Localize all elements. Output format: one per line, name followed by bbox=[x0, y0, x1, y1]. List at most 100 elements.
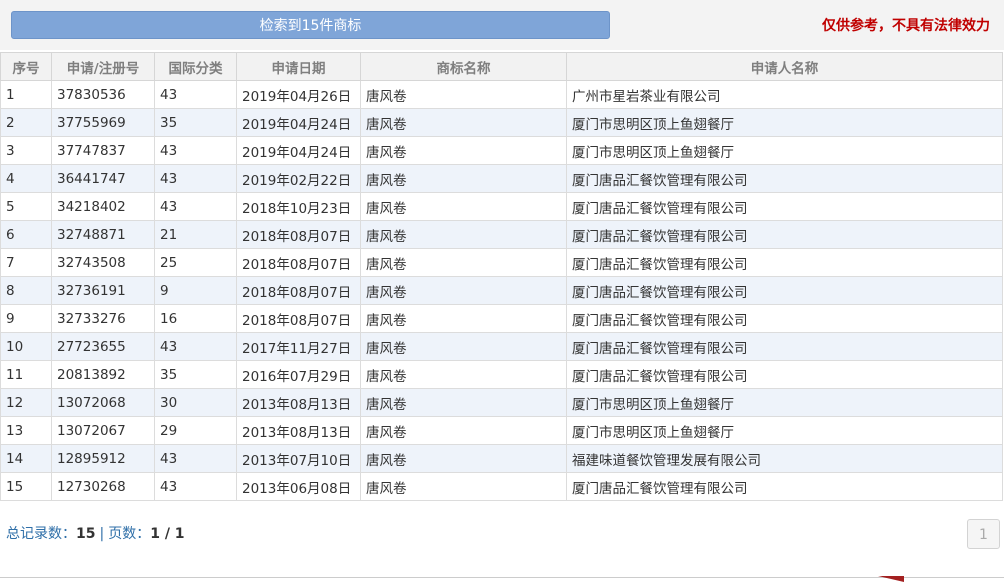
cell-trademark-name[interactable]: 唐风卷 bbox=[360, 360, 567, 389]
cell-reg-number[interactable]: 34218402 bbox=[51, 192, 155, 221]
cell-date: 2019年02月22日 bbox=[236, 164, 361, 193]
cell-applicant: 厦门市思明区顶上鱼翅餐厅 bbox=[566, 388, 1003, 417]
cell-trademark-name[interactable]: 唐风卷 bbox=[360, 248, 567, 277]
cell-trademark-name[interactable]: 唐风卷 bbox=[360, 80, 567, 109]
cell-index: 12 bbox=[0, 388, 52, 417]
cell-applicant: 厦门唐品汇餐饮管理有限公司 bbox=[566, 276, 1003, 305]
page-count-value: 1 / 1 bbox=[150, 526, 185, 542]
cell-class: 21 bbox=[154, 220, 237, 249]
cell-applicant: 厦门市思明区顶上鱼翅餐厅 bbox=[566, 136, 1003, 165]
table-row: 6 32748871 21 2018年08月07日 唐风卷 厦门唐品汇餐饮管理有限公司 bbox=[0, 220, 1003, 249]
table-row: 4 36441747 43 2019年02月22日 唐风卷 厦门唐品汇餐饮管理有限公司 bbox=[0, 164, 1003, 193]
table-header-row: 序号 申请/注册号 国际分类 申请日期 商标名称 申请人名称 bbox=[0, 52, 1003, 81]
cell-date: 2018年10月23日 bbox=[236, 192, 361, 221]
total-records-label: 总记录数： bbox=[6, 526, 76, 542]
cell-trademark-name[interactable]: 唐风卷 bbox=[360, 108, 567, 137]
cell-trademark-name[interactable]: 唐风卷 bbox=[360, 192, 567, 221]
cell-class: 35 bbox=[154, 360, 237, 389]
cell-applicant: 厦门市思明区顶上鱼翅餐厅 bbox=[566, 108, 1003, 137]
column-header-date: 申请日期 bbox=[236, 52, 361, 81]
cell-trademark-name[interactable]: 唐风卷 bbox=[360, 444, 567, 473]
cell-date: 2018年08月07日 bbox=[236, 304, 361, 333]
cell-reg-number[interactable]: 13072068 bbox=[51, 388, 155, 417]
trademark-results-table: 序号 申请/注册号 国际分类 申请日期 商标名称 申请人名称 1 37830536… bbox=[0, 52, 1003, 501]
table-row: 9 32733276 16 2018年08月07日 唐风卷 厦门唐品汇餐饮管理有限公司 bbox=[0, 304, 1003, 333]
cell-index: 14 bbox=[0, 444, 52, 473]
table-row: 2 37755969 35 2019年04月24日 唐风卷 厦门市思明区顶上鱼翅餐厅 bbox=[0, 108, 1003, 137]
cell-applicant: 厦门唐品汇餐饮管理有限公司 bbox=[566, 360, 1003, 389]
cell-trademark-name[interactable]: 唐风卷 bbox=[360, 164, 567, 193]
cell-reg-number[interactable]: 32736191 bbox=[51, 276, 155, 305]
cell-index: 4 bbox=[0, 164, 52, 193]
result-count-bar[interactable]: 检索到15件商标 bbox=[11, 11, 610, 39]
page-count-label: 页数： bbox=[108, 526, 151, 542]
cell-class: 43 bbox=[154, 192, 237, 221]
cell-applicant: 广州市星岩茶业有限公司 bbox=[566, 80, 1003, 109]
cell-reg-number[interactable]: 20813892 bbox=[51, 360, 155, 389]
cell-reg-number[interactable]: 36441747 bbox=[51, 164, 155, 193]
cell-reg-number[interactable]: 32743508 bbox=[51, 248, 155, 277]
cell-index: 6 bbox=[0, 220, 52, 249]
cell-trademark-name[interactable]: 唐风卷 bbox=[360, 416, 567, 445]
footer-separator: | bbox=[99, 526, 105, 542]
cell-class: 25 bbox=[154, 248, 237, 277]
cell-date: 2013年07月10日 bbox=[236, 444, 361, 473]
cell-trademark-name[interactable]: 唐风卷 bbox=[360, 220, 567, 249]
cell-applicant: 厦门唐品汇餐饮管理有限公司 bbox=[566, 248, 1003, 277]
corner-decoration bbox=[878, 576, 904, 582]
cell-index: 2 bbox=[0, 108, 52, 137]
table-row: 8 32736191 9 2018年08月07日 唐风卷 厦门唐品汇餐饮管理有限公司 bbox=[0, 276, 1003, 305]
cell-index: 8 bbox=[0, 276, 52, 305]
cell-trademark-name[interactable]: 唐风卷 bbox=[360, 332, 567, 361]
cell-trademark-name[interactable]: 唐风卷 bbox=[360, 388, 567, 417]
pagination-summary: 总记录数：15 | 页数：1 / 1 bbox=[6, 523, 185, 543]
cell-class: 43 bbox=[154, 164, 237, 193]
column-header-applicant: 申请人名称 bbox=[566, 52, 1003, 81]
table-row: 13 13072067 29 2013年08月13日 唐风卷 厦门市思明区顶上鱼翅餐厅 bbox=[0, 416, 1003, 445]
cell-trademark-name[interactable]: 唐风卷 bbox=[360, 304, 567, 333]
cell-reg-number[interactable]: 37755969 bbox=[51, 108, 155, 137]
table-row: 14 12895912 43 2013年07月10日 唐风卷 福建味道餐饮管理发展有限公司 bbox=[0, 444, 1003, 473]
cell-reg-number[interactable]: 32733276 bbox=[51, 304, 155, 333]
cell-date: 2019年04月24日 bbox=[236, 108, 361, 137]
bottom-divider bbox=[0, 577, 1004, 578]
disclaimer-text: 仅供参考，不具有法律效力 bbox=[822, 18, 990, 34]
top-bar: 检索到15件商标 仅供参考，不具有法律效力 bbox=[0, 0, 1004, 50]
column-header-reg-number: 申请/注册号 bbox=[51, 52, 155, 81]
cell-date: 2019年04月24日 bbox=[236, 136, 361, 165]
cell-class: 43 bbox=[154, 332, 237, 361]
cell-reg-number[interactable]: 37830536 bbox=[51, 80, 155, 109]
cell-reg-number[interactable]: 12730268 bbox=[51, 472, 155, 501]
cell-index: 11 bbox=[0, 360, 52, 389]
cell-date: 2019年04月26日 bbox=[236, 80, 361, 109]
cell-reg-number[interactable]: 27723655 bbox=[51, 332, 155, 361]
column-header-index: 序号 bbox=[0, 52, 52, 81]
cell-applicant: 厦门唐品汇餐饮管理有限公司 bbox=[566, 164, 1003, 193]
cell-date: 2017年11月27日 bbox=[236, 332, 361, 361]
cell-index: 10 bbox=[0, 332, 52, 361]
cell-index: 5 bbox=[0, 192, 52, 221]
cell-reg-number[interactable]: 13072067 bbox=[51, 416, 155, 445]
cell-date: 2018年08月07日 bbox=[236, 248, 361, 277]
cell-trademark-name[interactable]: 唐风卷 bbox=[360, 276, 567, 305]
cell-trademark-name[interactable]: 唐风卷 bbox=[360, 136, 567, 165]
cell-date: 2018年08月07日 bbox=[236, 276, 361, 305]
cell-trademark-name[interactable]: 唐风卷 bbox=[360, 472, 567, 501]
cell-class: 30 bbox=[154, 388, 237, 417]
page-1-button[interactable]: 1 bbox=[967, 519, 1000, 549]
table-row: 12 13072068 30 2013年08月13日 唐风卷 厦门市思明区顶上鱼翅餐厅 bbox=[0, 388, 1003, 417]
cell-applicant: 福建味道餐饮管理发展有限公司 bbox=[566, 444, 1003, 473]
cell-reg-number[interactable]: 32748871 bbox=[51, 220, 155, 249]
cell-applicant: 厦门唐品汇餐饮管理有限公司 bbox=[566, 472, 1003, 501]
cell-index: 9 bbox=[0, 304, 52, 333]
cell-applicant: 厦门唐品汇餐饮管理有限公司 bbox=[566, 332, 1003, 361]
cell-reg-number[interactable]: 37747837 bbox=[51, 136, 155, 165]
cell-class: 16 bbox=[154, 304, 237, 333]
table-row: 11 20813892 35 2016年07月29日 唐风卷 厦门唐品汇餐饮管理有限公司 bbox=[0, 360, 1003, 389]
table-row: 1 37830536 43 2019年04月26日 唐风卷 广州市星岩茶业有限公司 bbox=[0, 80, 1003, 109]
cell-class: 43 bbox=[154, 136, 237, 165]
cell-reg-number[interactable]: 12895912 bbox=[51, 444, 155, 473]
cell-class: 43 bbox=[154, 444, 237, 473]
cell-class: 29 bbox=[154, 416, 237, 445]
cell-class: 43 bbox=[154, 80, 237, 109]
